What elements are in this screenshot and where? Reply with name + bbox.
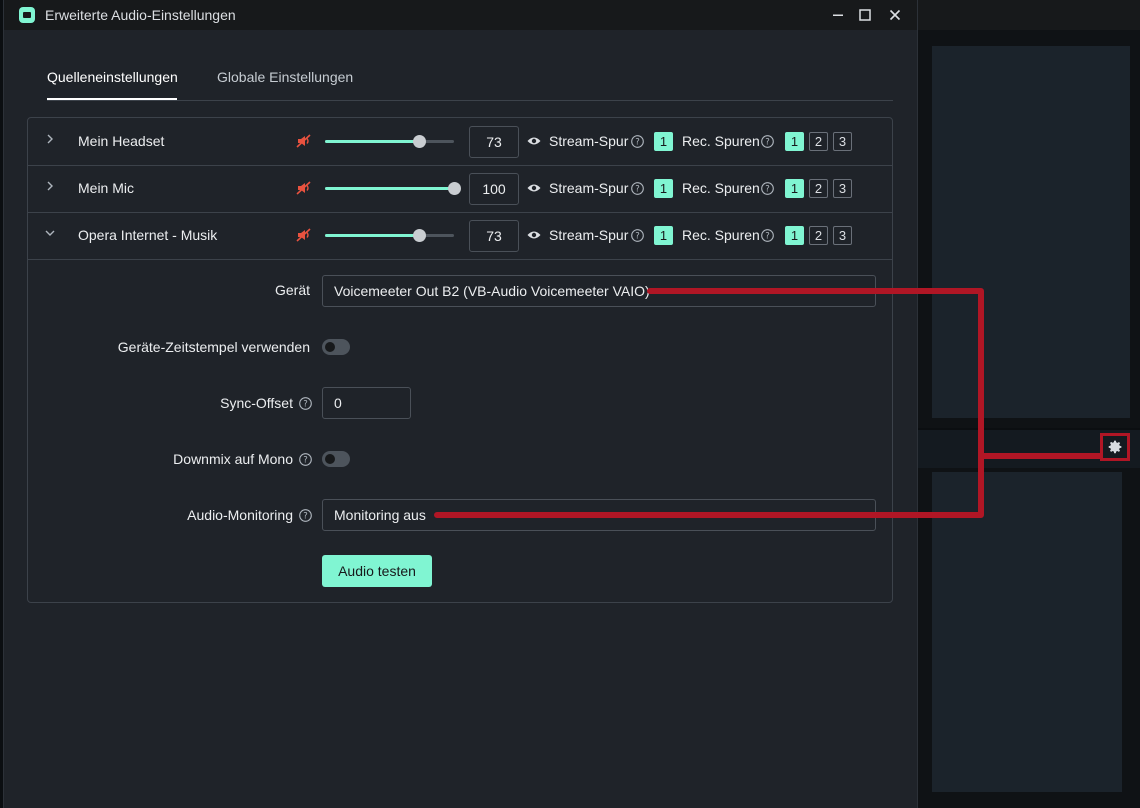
gear-icon [1108, 440, 1122, 454]
stream-track-1[interactable]: 1 [654, 179, 673, 198]
help-icon[interactable]: ? [761, 182, 774, 195]
rec-track-3[interactable]: 3 [833, 226, 852, 245]
svg-text:?: ? [765, 232, 770, 242]
rec-tracks-label: Rec. Spuren [682, 180, 760, 196]
help-icon[interactable]: ? [631, 135, 644, 148]
sync-offset-label: Sync-Offset [220, 395, 293, 411]
timestamps-toggle[interactable] [322, 339, 350, 355]
sync-offset-input[interactable]: 0 [322, 387, 411, 419]
source-row: Mein Mic 100 Stream-Spur ? 1 Rec. Spuren… [28, 165, 892, 213]
stream-track-label: Stream-Spur [549, 180, 629, 196]
dialog-titlebar: Erweiterte Audio-Einstellungen [4, 0, 917, 30]
source-list: Mein Headset 73 Stream-Spur ? 1 Rec. Spu… [27, 117, 893, 603]
app-logo-icon [19, 7, 35, 23]
rec-track-2[interactable]: 2 [809, 132, 828, 151]
minimize-icon [833, 14, 843, 16]
volume-slider-thumb[interactable] [413, 229, 427, 242]
volume-input[interactable]: 73 [469, 126, 519, 158]
source-row-expanded: Opera Internet - Musik 73 Stream-Spur ? … [28, 212, 892, 260]
tab-global-settings[interactable]: Globale Einstellungen [217, 69, 353, 85]
tab-source-settings[interactable]: Quelleneinstellungen [47, 69, 178, 85]
source-name[interactable]: Mein Headset [78, 133, 164, 149]
volume-slider-fill [325, 234, 420, 237]
maximize-button[interactable] [853, 4, 877, 26]
volume-input[interactable]: 73 [469, 220, 519, 252]
background-mixer-area [932, 472, 1122, 792]
device-select[interactable]: Voicemeeter Out B2 (VB-Audio Voicemeeter… [322, 275, 876, 307]
test-audio-button[interactable]: Audio testen [322, 555, 432, 587]
eye-icon [527, 184, 541, 192]
rec-track-3[interactable]: 3 [833, 132, 852, 151]
svg-text:?: ? [303, 400, 308, 410]
device-label: Gerät [274, 282, 310, 298]
dialog-title: Erweiterte Audio-Einstellungen [45, 7, 236, 23]
source-name[interactable]: Mein Mic [78, 180, 134, 196]
background-preview-area [932, 46, 1130, 418]
rec-track-2[interactable]: 2 [809, 179, 828, 198]
eye-icon [527, 137, 541, 145]
rec-track-1[interactable]: 1 [785, 226, 804, 245]
rec-track-1[interactable]: 1 [785, 179, 804, 198]
help-icon[interactable]: ? [299, 397, 312, 410]
svg-text:?: ? [635, 232, 640, 242]
muted-speaker-icon[interactable] [296, 133, 312, 149]
rec-track-3[interactable]: 3 [833, 179, 852, 198]
help-icon[interactable]: ? [631, 182, 644, 195]
help-icon[interactable]: ? [761, 135, 774, 148]
rec-tracks-label: Rec. Spuren [682, 227, 760, 243]
downmix-label: Downmix auf Mono [173, 451, 293, 467]
volume-slider-fill [325, 187, 454, 190]
svg-text:?: ? [303, 456, 308, 466]
volume-slider-thumb[interactable] [413, 135, 427, 148]
volume-slider[interactable] [325, 229, 454, 242]
monitoring-select[interactable]: Monitoring aus [322, 499, 876, 531]
advanced-audio-settings-dialog: Erweiterte Audio-Einstellungen Quellenei… [4, 0, 917, 808]
advanced-audio-settings-button[interactable] [1100, 433, 1130, 461]
stream-track-label: Stream-Spur [549, 133, 629, 149]
tabs-divider [47, 100, 893, 101]
help-icon[interactable]: ? [299, 453, 312, 466]
timestamps-label: Geräte-Zeitstempel verwenden [117, 339, 310, 355]
eye-icon [527, 231, 541, 239]
monitoring-label: Audio-Monitoring [187, 507, 293, 523]
svg-text:?: ? [635, 185, 640, 195]
close-button[interactable] [883, 4, 907, 26]
close-icon [889, 9, 901, 21]
svg-text:?: ? [303, 512, 308, 522]
stream-track-1[interactable]: 1 [654, 132, 673, 151]
minimize-button[interactable] [826, 4, 850, 26]
muted-speaker-icon[interactable] [296, 180, 312, 196]
volume-slider-fill [325, 140, 420, 143]
svg-text:?: ? [765, 185, 770, 195]
stream-track-1[interactable]: 1 [654, 226, 673, 245]
help-icon[interactable]: ? [631, 229, 644, 242]
rec-tracks-label: Rec. Spuren [682, 133, 760, 149]
maximize-icon [859, 9, 871, 21]
chevron-down-icon[interactable] [44, 227, 56, 239]
stream-track-label: Stream-Spur [549, 227, 629, 243]
volume-slider[interactable] [325, 182, 461, 195]
downmix-toggle[interactable] [322, 451, 350, 467]
chevron-right-icon[interactable] [44, 180, 56, 192]
muted-speaker-icon[interactable] [296, 227, 312, 243]
volume-input[interactable]: 100 [469, 173, 519, 205]
volume-slider-thumb[interactable] [448, 182, 461, 195]
chevron-right-icon[interactable] [44, 133, 56, 145]
svg-text:?: ? [635, 138, 640, 148]
source-row: Mein Headset 73 Stream-Spur ? 1 Rec. Spu… [28, 118, 892, 166]
svg-text:?: ? [765, 138, 770, 148]
help-icon[interactable]: ? [761, 229, 774, 242]
background-app-titlebar [917, 0, 1140, 30]
rec-track-1[interactable]: 1 [785, 132, 804, 151]
source-name[interactable]: Opera Internet - Musik [78, 227, 217, 243]
help-icon[interactable]: ? [299, 509, 312, 522]
volume-slider[interactable] [325, 135, 454, 148]
rec-track-2[interactable]: 2 [809, 226, 828, 245]
